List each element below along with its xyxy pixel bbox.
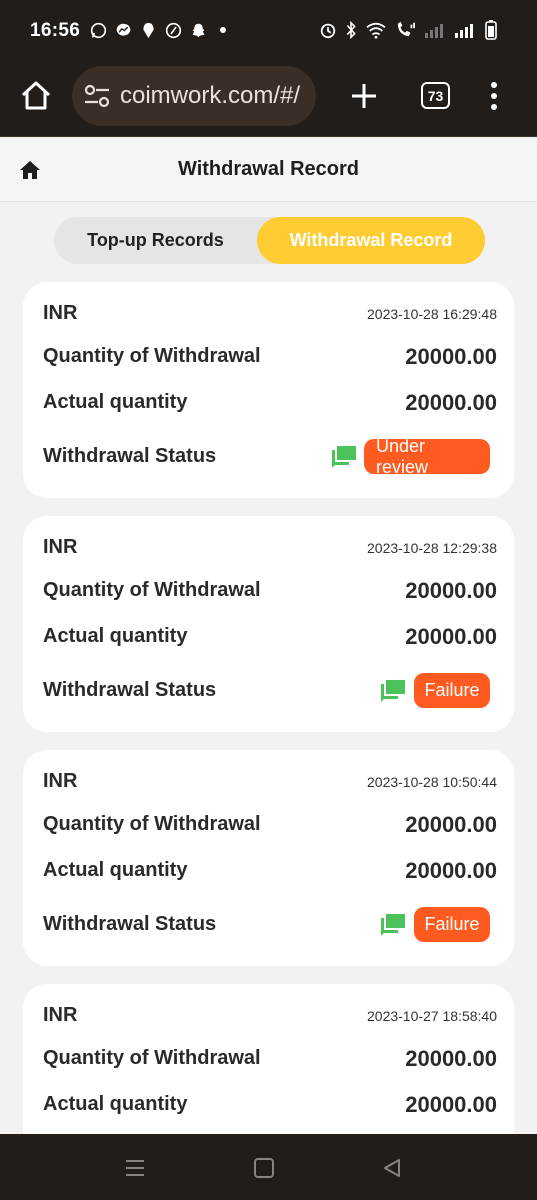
- url-text: coimwork.com/#/: [120, 82, 301, 109]
- browser-toolbar: coimwork.com/#/ 73: [0, 62, 537, 137]
- tab-topup-records[interactable]: Top-up Records: [54, 217, 257, 264]
- chat-icon[interactable]: [380, 912, 406, 936]
- nav-back-button[interactable]: [382, 1158, 402, 1178]
- record-type-tabs: Top-up Records Withdrawal Record: [54, 217, 485, 264]
- nav-home-button[interactable]: [254, 1158, 274, 1178]
- page-title: Withdrawal Record: [178, 158, 359, 180]
- quantity-label: Quantity of Withdrawal: [43, 345, 261, 367]
- wifi-icon: [365, 21, 387, 44]
- page-header: Withdrawal Record: [0, 138, 537, 202]
- record-datetime: 2023-10-28 10:50:44: [367, 774, 497, 790]
- record-currency: INR: [43, 1004, 78, 1026]
- cell-signal-icon: [425, 22, 447, 43]
- snapchat-icon: [189, 21, 207, 39]
- status-badge: Failure: [414, 907, 490, 942]
- recents-button[interactable]: [124, 1158, 146, 1178]
- system-nav-bar: [0, 1134, 537, 1200]
- record-datetime: 2023-10-28 12:29:38: [367, 540, 497, 556]
- actual-label: Actual quantity: [43, 625, 188, 647]
- record-currency: INR: [43, 770, 78, 792]
- chat-icon[interactable]: [380, 678, 406, 702]
- record-card[interactable]: INR 2023-10-28 16:29:48 Quantity of With…: [23, 282, 514, 498]
- record-currency: INR: [43, 302, 78, 324]
- browser-home-button[interactable]: [18, 78, 54, 114]
- chat-icon[interactable]: [331, 444, 357, 468]
- notification-icons: [89, 21, 232, 39]
- dot-icon: [214, 21, 232, 39]
- bluetooth-icon: [345, 20, 357, 44]
- record-card[interactable]: INR 2023-10-28 12:29:38 Quantity of With…: [23, 516, 514, 732]
- status-label: Withdrawal Status: [43, 679, 217, 701]
- actual-value: 20000.00: [405, 624, 497, 649]
- battery-icon: [485, 20, 497, 45]
- record-card[interactable]: INR 2023-10-28 10:50:44 Quantity of With…: [23, 750, 514, 966]
- wifi-calling-icon: [395, 21, 417, 44]
- back-icon: [384, 1159, 400, 1177]
- status-label: Withdrawal Status: [43, 913, 217, 935]
- recents-icon: [126, 1160, 144, 1176]
- messenger-icon: [114, 21, 132, 39]
- quantity-value: 20000.00: [405, 578, 497, 603]
- new-tab-icon: [352, 84, 376, 108]
- browser-menu-button[interactable]: [486, 80, 502, 112]
- actual-label: Actual quantity: [43, 1093, 188, 1115]
- quantity-value: 20000.00: [405, 1046, 497, 1071]
- actual-label: Actual quantity: [43, 391, 188, 413]
- whatsapp-icon: [89, 21, 107, 39]
- alarm-icon: [319, 21, 337, 44]
- cell-signal-icon-2: [455, 22, 477, 43]
- record-currency: INR: [43, 536, 78, 558]
- notification-icon: [139, 21, 157, 39]
- actual-value: 20000.00: [405, 858, 497, 883]
- signal-icon: [164, 21, 182, 39]
- site-settings-icon[interactable]: [82, 81, 112, 111]
- quantity-label: Quantity of Withdrawal: [43, 1047, 261, 1069]
- actual-value: 20000.00: [405, 1092, 497, 1117]
- status-badge: Failure: [414, 673, 490, 708]
- more-icon: [491, 82, 497, 110]
- new-tab-button[interactable]: [346, 78, 382, 114]
- quantity-label: Quantity of Withdrawal: [43, 813, 261, 835]
- quantity-value: 20000.00: [405, 812, 497, 837]
- record-card[interactable]: INR 2023-10-27 18:58:40 Quantity of With…: [23, 984, 514, 1134]
- quantity-label: Quantity of Withdrawal: [43, 579, 261, 601]
- status-label: Withdrawal Status: [43, 445, 217, 467]
- system-icons: [319, 20, 497, 45]
- actual-label: Actual quantity: [43, 859, 188, 881]
- record-datetime: 2023-10-27 18:58:40: [367, 1008, 497, 1024]
- actual-value: 20000.00: [405, 390, 497, 415]
- record-datetime: 2023-10-28 16:29:48: [367, 306, 497, 322]
- status-bar: 16:56: [0, 0, 537, 62]
- status-time: 16:56: [30, 20, 81, 41]
- address-bar[interactable]: coimwork.com/#/: [72, 66, 316, 126]
- tab-withdrawal-record[interactable]: Withdrawal Record: [257, 217, 485, 264]
- status-badge: Under review: [364, 436, 490, 477]
- home-icon: [21, 81, 51, 110]
- tab-switcher-button[interactable]: 73: [421, 82, 450, 109]
- quantity-value: 20000.00: [405, 344, 497, 369]
